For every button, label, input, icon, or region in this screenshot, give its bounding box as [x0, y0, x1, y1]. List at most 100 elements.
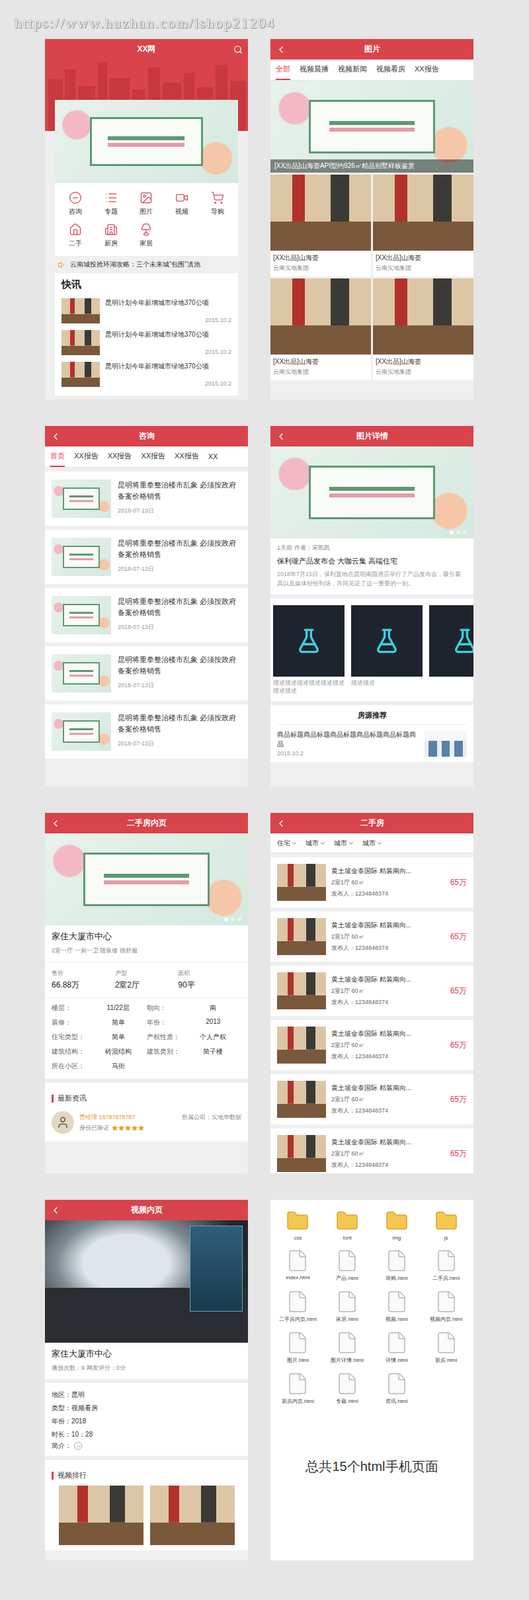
file-item[interactable]: 详情.html [372, 1330, 422, 1364]
photo-cell[interactable]: [XX出品]山海荟云南实地集团 [372, 278, 474, 381]
photo-cell[interactable]: [XX出品]山海荟云南实地集团 [270, 174, 371, 277]
agent-row[interactable]: 曹经理 18787878787所属公司：实地华数据身份已验证 [51, 1108, 242, 1137]
slide-dot[interactable] [449, 530, 454, 535]
banner-image[interactable] [51, 595, 112, 635]
nav-item[interactable]: 新房 [93, 222, 129, 248]
house-item[interactable]: 黄土坡金泰国际 精装南向...2室1厅 60㎡发布人：123484837465万 [270, 856, 474, 908]
banner-image[interactable] [51, 653, 112, 693]
file-item[interactable]: 资讯.html [372, 1371, 422, 1405]
expand-button[interactable] [74, 1441, 82, 1450]
file-item[interactable]: 产品.html [322, 1248, 373, 1282]
slide-dot[interactable] [230, 917, 235, 922]
house-item[interactable]: 黄土坡金泰国际 精装南向...2室1厅 60㎡发布人：123484837465万 [270, 965, 474, 1016]
tab[interactable]: 视频晨播 [299, 59, 329, 81]
media-card[interactable] [429, 605, 474, 695]
news-item[interactable]: 昆明计划今年新增城市绿地370公顷2015.10.2 [61, 358, 232, 391]
folder-item[interactable]: css [273, 1208, 323, 1241]
ranking-thumb[interactable] [150, 1485, 235, 1545]
tab[interactable]: 全部 [275, 59, 291, 81]
tab-bar: 首页 XX报告 XX报告 XX报告 XX报告 XX [44, 446, 248, 468]
file-item[interactable]: 导购.html [372, 1248, 422, 1282]
nav-item[interactable]: 家居 [128, 222, 165, 248]
intro-line[interactable]: 简介： [51, 1440, 242, 1451]
article-card[interactable]: 昆明将重拳整治楼市乱象 必须按政府备案价格销售2018-07-13日 [44, 529, 248, 584]
photo-title: [XX出品]山海荟 [273, 357, 369, 367]
filter-dropdown[interactable]: 城市 [305, 838, 326, 848]
news-item[interactable]: 昆明计划今年新增城市绿地370公顷2015.10.2 [61, 326, 232, 359]
back-icon[interactable] [275, 44, 287, 55]
back-icon[interactable] [50, 817, 61, 829]
slide-dot[interactable] [462, 530, 467, 535]
tab[interactable]: XX报告 [74, 446, 99, 467]
nav-item[interactable]: 专题 [93, 191, 129, 217]
recommend-item[interactable]: 商品标题商品标题商品标题商品标题商品标题商品2015.10.2 [277, 724, 467, 757]
tab[interactable]: XX报告 [414, 59, 440, 81]
file-item[interactable]: 视频.html [372, 1289, 422, 1323]
house-item[interactable]: 黄土坡金泰国际 精装南向...2室1厅 60㎡发布人：123484837465万 [270, 911, 474, 962]
media-card[interactable]: 描述描述描述描述描述描述描述描述 [273, 605, 345, 695]
tab[interactable]: XX报告 [140, 446, 166, 467]
nav-item[interactable]: 图片 [128, 191, 165, 217]
filter-dropdown[interactable]: 城市 [362, 838, 383, 848]
back-icon[interactable] [275, 817, 287, 829]
file-item[interactable]: 视频内页.html [421, 1289, 471, 1323]
agent-phone[interactable]: 18787878787 [99, 1113, 136, 1121]
banner-image[interactable] [51, 537, 112, 576]
filter-bar: 住宅城市城市城市 [270, 833, 474, 854]
tab[interactable]: XX [208, 446, 219, 467]
article-meta: 1天前 作者：宋凯凯 [277, 543, 467, 553]
article-card[interactable]: 昆明将重拳整治楼市乱象 必须按政府备案价格销售2018-07-13日 [44, 587, 248, 643]
video-player[interactable] [44, 1220, 248, 1343]
slide-dot[interactable] [456, 530, 461, 535]
search-icon[interactable] [233, 44, 243, 55]
tab[interactable]: XX报告 [174, 446, 200, 467]
article-card[interactable]: 昆明将重拳整治楼市乱象 必须按政府备案价格销售2018-07-13日 [44, 704, 248, 759]
house-item[interactable]: 黄土坡金泰国际 精装南向...2室1厅 60㎡发布人：123484837465万 [270, 1128, 474, 1174]
tab[interactable]: XX报告 [107, 446, 133, 467]
back-icon[interactable] [275, 431, 287, 442]
back-icon[interactable] [50, 431, 61, 442]
banner-image[interactable]: [XX出品]山海荟API型约926㎡精品别墅样板鉴赏 [270, 80, 474, 173]
notice-bar[interactable]: 云南城投抢环湖攻略：三个未来城“包围”滇池 [54, 255, 239, 274]
nav-grid: 咨询专题图片视频导购二手新房家居 [54, 183, 239, 256]
banner-image[interactable] [44, 833, 248, 926]
photo-cell[interactable]: [XX出品]山海荟云南实地集团 [372, 174, 474, 277]
house-item[interactable]: 黄土坡金泰国际 精装南向...2室1厅 60㎡发布人：123484837465万 [270, 1019, 474, 1070]
article-card[interactable]: 昆明将重拳整治楼市乱象 必须按政府备案价格销售2018-07-13日 [44, 646, 248, 701]
nav-item[interactable]: 咨询 [57, 191, 94, 217]
nav-item[interactable]: 导购 [199, 191, 236, 217]
folder-item[interactable]: js [421, 1208, 471, 1241]
file-item[interactable]: 二手房.html [421, 1248, 471, 1282]
file-item[interactable]: index.html [273, 1248, 323, 1282]
file-item[interactable]: 图片.html [273, 1330, 323, 1364]
file-item[interactable]: 专题.html [322, 1371, 373, 1405]
file-item[interactable]: 二手房内页.html [273, 1289, 323, 1323]
house-item[interactable]: 黄土坡金泰国际 精装南向...2室1厅 60㎡发布人：123484837465万 [270, 1073, 474, 1125]
ranking-thumb[interactable] [58, 1485, 144, 1545]
article-card[interactable]: 昆明将重拳整治楼市乱象 必须按政府备案价格销售2018-07-13日 [44, 471, 248, 526]
banner-image[interactable] [51, 479, 112, 518]
nav-item[interactable]: 视频 [163, 191, 200, 217]
file-item[interactable]: 图片详情.html [322, 1330, 373, 1364]
file-item[interactable]: 新房内页.html [273, 1371, 323, 1405]
file-item[interactable]: 新房.html [421, 1330, 471, 1364]
banner-image[interactable] [270, 446, 474, 539]
banner-image[interactable] [51, 712, 112, 751]
tab[interactable]: 首页 [50, 446, 65, 467]
tab[interactable]: 视频新闻 [337, 59, 367, 81]
tab[interactable]: 视频看房 [376, 59, 406, 81]
filter-dropdown[interactable]: 城市 [333, 838, 355, 848]
news-item[interactable]: 昆明计划今年新增城市绿地370公顷2015.10.2 [61, 294, 232, 327]
house-icon [68, 222, 82, 237]
folder-item[interactable]: font [322, 1208, 373, 1241]
media-card[interactable]: 描述描述 [351, 605, 423, 695]
photo-cell[interactable]: [XX出品]山海荟云南实地集团 [270, 278, 371, 381]
file-item[interactable]: 家居.html [322, 1289, 373, 1323]
banner-image[interactable] [54, 99, 239, 184]
slide-dot[interactable] [224, 917, 229, 922]
nav-item[interactable]: 二手 [57, 222, 94, 248]
filter-dropdown[interactable]: 住宅 [277, 838, 298, 848]
back-icon[interactable] [50, 1204, 61, 1216]
slide-dot[interactable] [237, 917, 242, 922]
folder-item[interactable]: img [372, 1208, 422, 1241]
